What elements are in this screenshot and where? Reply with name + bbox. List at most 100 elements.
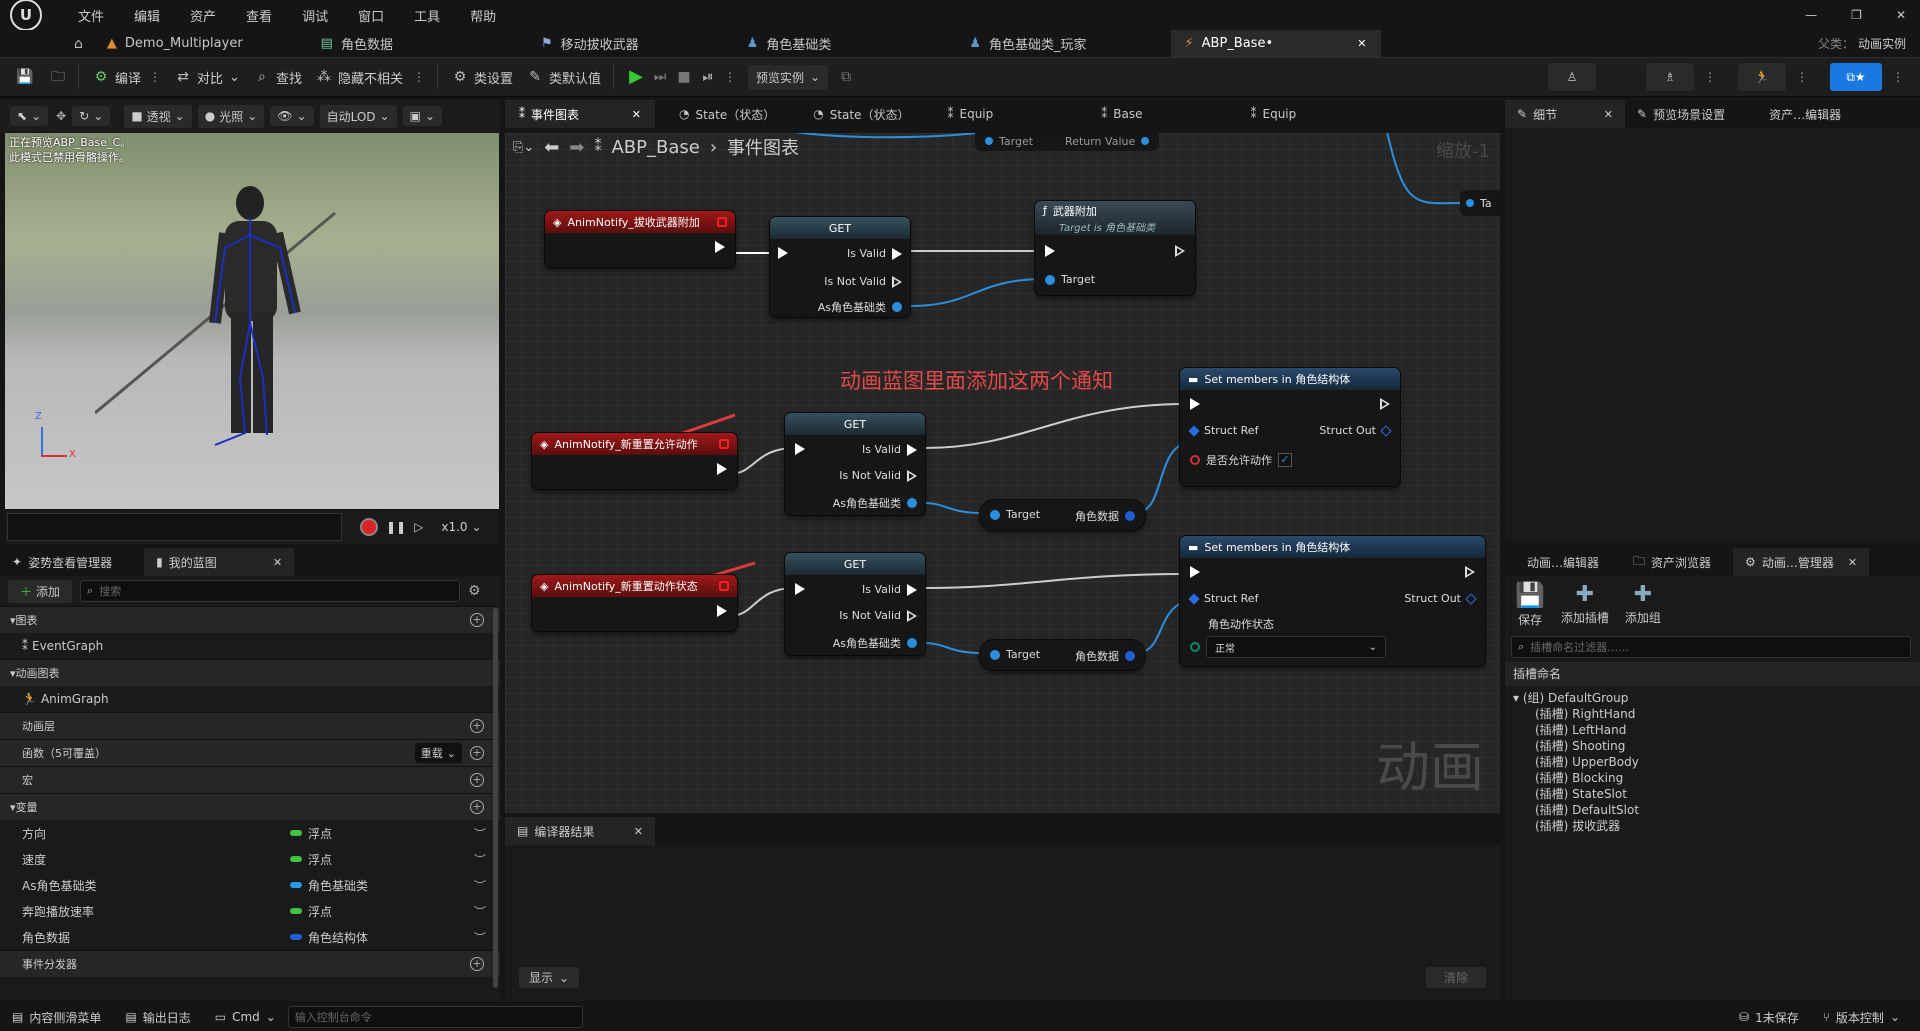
- target-pin[interactable]: [1045, 274, 1055, 285]
- tab-anim-editor[interactable]: 动画…编辑器: [1515, 548, 1611, 576]
- struct-ref-pin[interactable]: [1188, 592, 1200, 605]
- delegate-pin-icon[interactable]: [719, 439, 729, 449]
- menu-item[interactable]: 文件: [78, 6, 104, 25]
- tab-asset-browser[interactable]: 🗀 资产浏览器: [1621, 548, 1723, 576]
- object-pin[interactable]: [892, 302, 902, 312]
- close-tab-icon[interactable]: ✕: [632, 108, 641, 121]
- exec-in-pin[interactable]: [795, 443, 805, 455]
- add-macro-icon[interactable]: +: [470, 773, 484, 787]
- set-members-node-2[interactable]: ▬ Set members in 角色结构体 Struct Ref Struct …: [1180, 536, 1485, 666]
- timeline-scrubber[interactable]: [7, 513, 342, 541]
- step-icon[interactable]: ⏭: [652, 69, 668, 85]
- menu-item[interactable]: 编辑: [134, 6, 160, 25]
- slot-item[interactable]: (插槽) RightHand: [1505, 706, 1920, 722]
- mode-options-icon[interactable]: ⋮: [1704, 70, 1716, 84]
- close-tab-icon[interactable]: ✕: [1848, 556, 1857, 569]
- enum-pin[interactable]: [1190, 642, 1200, 652]
- select-mode-button[interactable]: ⬉ ⌄: [10, 106, 49, 126]
- event-graph-canvas[interactable]: ⎘⌄ ⬅ ➡ ⁑ ABP_Base › 事件图表 缩放-1 动画 Target …: [505, 133, 1500, 813]
- section-event-dispatchers[interactable]: 事件分发器 +: [0, 950, 500, 977]
- settings-gear-icon[interactable]: ⚙: [468, 583, 481, 599]
- stop-icon[interactable]: ■: [676, 69, 692, 85]
- tab-equip-2[interactable]: ⁑ Equip: [1237, 100, 1311, 128]
- exec-out-pin[interactable]: [715, 241, 725, 253]
- exec-in-pin[interactable]: [1190, 398, 1200, 410]
- compile-options-icon[interactable]: ⋮: [149, 70, 161, 84]
- unreal-logo-icon[interactable]: U: [10, 0, 42, 31]
- menu-item[interactable]: 工具: [414, 6, 440, 25]
- clear-button[interactable]: 清除: [1425, 967, 1486, 988]
- compile-button[interactable]: ⚙ 编译: [93, 68, 141, 87]
- cmd-dropdown[interactable]: ▭ Cmd ⌄: [203, 1003, 288, 1031]
- add-graph-icon[interactable]: +: [470, 613, 484, 627]
- tab-abp-base[interactable]: ⚡ ABP_Base• ✕: [1170, 30, 1381, 57]
- blueprint-options-icon[interactable]: ⋮: [1892, 70, 1904, 84]
- tab-move-weapon[interactable]: ⚑ 移动拔收武器: [527, 30, 653, 57]
- tab-pose-watch[interactable]: ✦ 姿势查看管理器: [0, 548, 124, 576]
- tab-my-blueprint[interactable]: ▮ 我的蓝图 ✕: [144, 548, 295, 576]
- slot-item[interactable]: (插槽) Blocking: [1505, 770, 1920, 786]
- delegate-pin-icon[interactable]: [717, 217, 727, 227]
- variable-row[interactable]: 奔跑播放速率 浮点 ︶: [0, 898, 500, 924]
- find-button[interactable]: ⌕ 查找: [254, 68, 302, 87]
- exec-out-pin[interactable]: [907, 583, 917, 596]
- add-dispatcher-icon[interactable]: +: [470, 957, 484, 971]
- mesh-mode-button[interactable]: ♗: [1646, 63, 1694, 91]
- add-variable-icon[interactable]: +: [470, 800, 484, 814]
- tab-state-2[interactable]: ◔ State（状态）: [799, 100, 923, 128]
- debug-filter-icon[interactable]: ⧉: [838, 69, 854, 85]
- breadcrumb-root[interactable]: ABP_Base: [611, 137, 699, 158]
- struct-out-pin[interactable]: [1125, 651, 1135, 661]
- eye-closed-icon[interactable]: ︶: [474, 851, 486, 868]
- show-button[interactable]: 👁 ⌄: [270, 106, 314, 126]
- menu-item[interactable]: 帮助: [470, 6, 496, 25]
- char-data-getter-1[interactable]: Target 角色数据: [980, 500, 1145, 530]
- tab-compiler-results[interactable]: ▤ 编译器结果 ✕: [505, 817, 655, 845]
- blueprint-search-input[interactable]: ⌕ 搜索: [80, 580, 461, 602]
- tab-character-base-player[interactable]: ♟ 角色基础类_玩家: [955, 30, 1100, 57]
- close-tab-icon[interactable]: ✕: [634, 825, 643, 838]
- graph-item-eventgraph[interactable]: ⁑ EventGraph: [0, 633, 500, 659]
- home-icon[interactable]: ⌂: [74, 36, 83, 52]
- add-group-button[interactable]: ✚ 添加组: [1625, 582, 1661, 626]
- close-tab-icon[interactable]: ✕: [1357, 37, 1366, 50]
- add-function-icon[interactable]: +: [470, 746, 484, 760]
- left-scrollbar[interactable]: [493, 608, 498, 988]
- variable-row[interactable]: As角色基础类 角色基础类 ︶: [0, 872, 500, 898]
- diff-button[interactable]: ⇄ 对比 ⌄: [175, 68, 240, 87]
- graph-item-animgraph[interactable]: 🏃 AnimGraph: [0, 686, 500, 712]
- exec-in-pin[interactable]: [778, 247, 788, 259]
- playback-speed[interactable]: x1.0: [441, 520, 467, 534]
- eye-closed-icon[interactable]: ︶: [474, 877, 486, 894]
- exec-out-pin[interactable]: [907, 443, 917, 456]
- tab-preview-scene[interactable]: ✎ 预览场景设置: [1625, 100, 1737, 128]
- override-dropdown[interactable]: 重载 ⌄: [414, 743, 462, 763]
- struct-out-pin[interactable]: [1125, 511, 1135, 521]
- section-anim-layers[interactable]: 动画层 +: [0, 712, 500, 739]
- exec-out-pin[interactable]: [907, 609, 917, 622]
- pause-icon[interactable]: ❚❚: [386, 520, 406, 534]
- checkbox-checked-icon[interactable]: ✓: [1278, 453, 1292, 467]
- get-node-3[interactable]: GET Is Valid Is Not Valid As角色基础类: [785, 553, 925, 655]
- menu-item[interactable]: 资产: [190, 6, 216, 25]
- close-tab-icon[interactable]: ✕: [273, 556, 282, 569]
- minimize-button[interactable]: —: [1805, 8, 1817, 22]
- tab-event-graph[interactable]: ⁑ 事件图表 ✕: [505, 100, 655, 128]
- restore-button[interactable]: ❐: [1851, 8, 1862, 22]
- close-window-button[interactable]: ✕: [1896, 8, 1906, 22]
- source-control-button[interactable]: ⑂ 版本控制 ⌄: [1811, 1003, 1912, 1031]
- struct-out-pin[interactable]: [1465, 592, 1477, 605]
- object-pin[interactable]: [907, 498, 917, 508]
- delegate-pin-icon[interactable]: [719, 581, 729, 591]
- exec-out-pin[interactable]: [892, 247, 902, 260]
- class-settings-button[interactable]: ⚙ 类设置: [452, 68, 513, 87]
- tab-demo-multiplayer[interactable]: ▲ Demo_Multiplayer: [93, 30, 257, 57]
- add-layer-icon[interactable]: +: [470, 719, 484, 733]
- eye-closed-icon[interactable]: ︶: [474, 903, 486, 920]
- tab-asset-editor[interactable]: 资产…编辑器: [1757, 100, 1853, 128]
- section-functions[interactable]: 函数（5可覆盖） 重载 ⌄ +: [0, 739, 500, 766]
- tab-base[interactable]: ⁑ Base: [1087, 100, 1156, 128]
- exec-out-pin[interactable]: [1380, 398, 1390, 410]
- viewport-layout-button[interactable]: ▣ ⌄: [402, 106, 443, 126]
- output-log-button[interactable]: ▤ 输出日志: [113, 1003, 202, 1031]
